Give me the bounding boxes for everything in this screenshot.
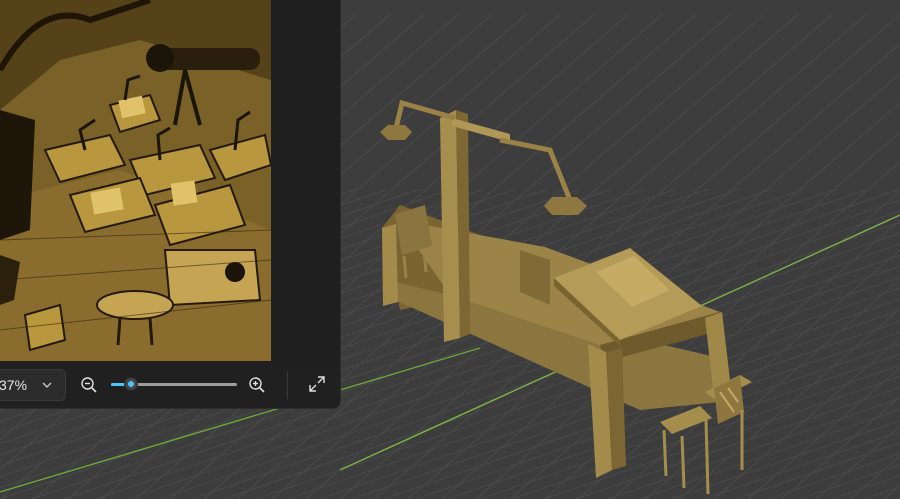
zoom-level-value: 37% (0, 377, 28, 393)
expand-icon[interactable] (308, 375, 326, 393)
reference-image[interactable] (0, 0, 271, 361)
image-viewer-toolbar: 37% (0, 362, 340, 408)
zoom-slider-thumb[interactable] (124, 377, 139, 391)
toolbar-divider (287, 371, 288, 399)
zoom-level-dropdown[interactable]: 37% (0, 369, 66, 401)
zoom-slider[interactable] (111, 377, 237, 391)
reference-image-panel: 37% (0, 0, 341, 409)
zoom-in-icon[interactable] (248, 376, 266, 394)
chevron-down-icon (42, 382, 52, 388)
zoom-out-icon[interactable] (80, 376, 98, 394)
grid-line (735, 441, 900, 499)
